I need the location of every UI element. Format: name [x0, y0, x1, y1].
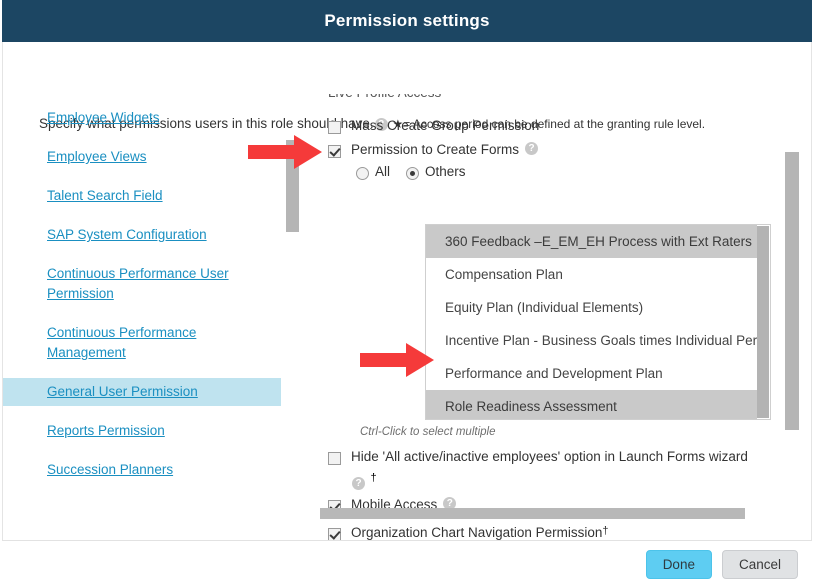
help-icon[interactable]: ?: [525, 142, 539, 155]
clipped-permission-row-live-profile-access: Live Profile Access: [328, 94, 441, 106]
dialog-footer: Done Cancel: [2, 540, 812, 587]
list-item[interactable]: Equity Plan (Individual Elements): [426, 291, 770, 324]
permission-label: Hide 'All active/inactive employees' opt…: [351, 449, 748, 464]
left-panel-scrollbar-thumb[interactable]: [286, 140, 299, 232]
sidebar-item-label: Reports Permission: [47, 423, 165, 438]
dagger-marker: †: [370, 472, 377, 484]
cancel-button[interactable]: Cancel: [721, 549, 798, 579]
sidebar-item-label: SAP System Configuration: [47, 227, 207, 242]
list-item[interactable]: Role Readiness Assessment: [426, 390, 770, 419]
permission-row-hide-all-active-inactive[interactable]: Hide 'All active/inactive employees' opt…: [328, 449, 748, 465]
list-item[interactable]: Incentive Plan - Business Goals times In…: [426, 324, 770, 357]
permission-label: Mass Create Group Permission: [351, 118, 540, 133]
checkbox-organization-chart-navigation-permission[interactable]: [328, 528, 341, 540]
sidebar-item-label: Employee Views: [47, 149, 147, 164]
permission-category-nav: Employee Widgets Employee Views Talent S…: [3, 104, 281, 495]
radio-others-label: Others: [425, 164, 466, 179]
help-icon[interactable]: ?: [352, 477, 365, 491]
permission-row-permission-to-create-forms[interactable]: Permission to Create Forms ?: [328, 142, 539, 158]
sidebar-item-label: Talent Search Field: [47, 188, 163, 203]
multi-select-hint: Ctrl-Click to select multiple: [360, 426, 496, 438]
sidebar-item-label: Continuous Performance Management: [47, 325, 197, 360]
sidebar-item-succession-planners[interactable]: Succession Planners: [3, 456, 281, 484]
content-scrollbar-thumb[interactable]: [785, 152, 799, 430]
radio-all-label: All: [375, 164, 391, 179]
sidebar-item-continuous-performance-management[interactable]: Continuous Performance Management: [3, 319, 281, 367]
checkbox-hide-all-active-inactive-employees[interactable]: [328, 452, 341, 465]
permission-label: Organization Chart Navigation Permission: [351, 525, 603, 540]
dialog-title-bar: Permission settings: [2, 0, 812, 42]
sidebar-item-employee-views[interactable]: Employee Views: [3, 143, 281, 171]
clipped-permission-label: Live Profile Access: [328, 94, 441, 100]
sidebar-item-label: General User Permission: [47, 384, 198, 399]
sidebar-item-general-user-permission[interactable]: General User Permission: [3, 378, 281, 406]
sidebar-item-label: Succession Planners: [47, 462, 174, 477]
sidebar-item-label: Continuous Performance User Permission: [47, 266, 229, 301]
permission-row-org-chart-navigation[interactable]: Organization Chart Navigation Permission…: [328, 525, 609, 540]
permission-row-mass-create-group[interactable]: Mass Create Group Permission: [328, 118, 540, 134]
permission-label: Permission to Create Forms: [351, 142, 520, 157]
list-item[interactable]: Performance and Development Plan: [426, 357, 770, 390]
listbox-scrollbar-thumb[interactable]: [757, 226, 769, 418]
list-item[interactable]: Compensation Plan: [426, 258, 770, 291]
sidebar-item-label: Employee Widgets: [47, 110, 160, 125]
content-horizontal-scrollbar[interactable]: [320, 508, 745, 519]
sidebar-item-reports-permission[interactable]: Reports Permission: [3, 417, 281, 445]
radio-others[interactable]: [406, 167, 420, 180]
checkbox-mass-create-group-permission[interactable]: [328, 121, 341, 134]
list-item[interactable]: 360 Feedback –E_EM_EH Process with Ext R…: [426, 225, 770, 258]
create-forms-scope-radio-group: All Others: [356, 164, 482, 180]
dialog-body: Specify what permissions users in this r…: [2, 42, 812, 540]
permissions-list-panel: Live Profile Access Mass Create Group Pe…: [320, 94, 785, 540]
dagger-marker: †: [602, 525, 609, 537]
hide-option-icons: ? †: [351, 472, 377, 492]
sidebar-item-employee-widgets[interactable]: Employee Widgets: [3, 104, 281, 132]
radio-all[interactable]: [356, 167, 369, 180]
sidebar-item-sap-system-configuration[interactable]: SAP System Configuration: [3, 221, 281, 249]
sidebar-item-talent-search-field[interactable]: Talent Search Field: [3, 182, 281, 210]
done-button[interactable]: Done: [645, 549, 712, 579]
permission-settings-dialog: Permission settings Specify what permiss…: [0, 0, 814, 587]
checkbox-permission-to-create-forms[interactable]: [328, 145, 341, 158]
sidebar-item-continuous-performance-user-permission[interactable]: Continuous Performance User Permission: [3, 260, 281, 308]
listbox-scrollbar[interactable]: [757, 225, 770, 419]
page-title: Permission settings: [324, 11, 490, 30]
form-template-listbox[interactable]: 360 Feedback –E_EM_EH Process with Ext R…: [425, 224, 771, 420]
